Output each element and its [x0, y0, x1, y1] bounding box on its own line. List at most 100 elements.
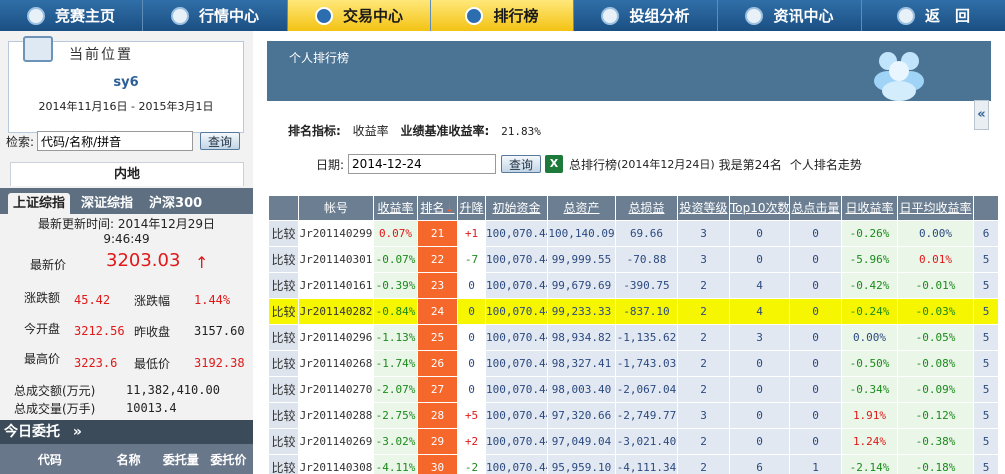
- avg-return-cell: -0.12%: [897, 401, 974, 429]
- compare-link[interactable]: 比较: [268, 297, 299, 325]
- market-header: 内地: [10, 162, 244, 186]
- col-return[interactable]: 收益率: [373, 196, 418, 220]
- compare-link[interactable]: 比较: [268, 349, 299, 377]
- change-cell: +1: [457, 219, 486, 247]
- nav-ranking[interactable]: 排行榜: [431, 0, 574, 31]
- account-cell: Jr201140299: [298, 219, 374, 247]
- extra-cell: 5: [973, 271, 999, 299]
- top10-cell: 0: [729, 427, 790, 455]
- summary-date: (2014年12月24日): [617, 158, 715, 171]
- nav-news[interactable]: 资讯中心: [718, 0, 862, 31]
- search-input[interactable]: [37, 131, 194, 151]
- date-input[interactable]: [348, 154, 497, 174]
- nav-market[interactable]: 行情中心: [143, 0, 288, 31]
- indicator-label: 排名指标:: [288, 124, 341, 138]
- col-initial[interactable]: 初始资金: [485, 196, 548, 220]
- high-label: 最高价: [24, 352, 61, 366]
- change-cell: 0: [457, 323, 486, 351]
- query-button[interactable]: 查询: [501, 155, 542, 173]
- compare-link[interactable]: 比较: [268, 271, 299, 299]
- summary-link[interactable]: 总排行榜: [569, 156, 617, 173]
- account-cell: Jr201140296: [298, 323, 374, 351]
- col-clicks[interactable]: 总点击量: [789, 196, 842, 220]
- assets-cell: 98,003.40: [547, 375, 616, 403]
- search-button[interactable]: 查询: [200, 132, 241, 150]
- clicks-cell: 0: [789, 349, 842, 377]
- table-row: 比较 Jr201140288 -2.75% 28 +5 100,070.44 97,320.…: [268, 401, 999, 429]
- rank-cell: 24: [417, 297, 458, 325]
- tab-shanghai[interactable]: 上证综指: [8, 193, 71, 214]
- compare-link[interactable]: 比较: [268, 245, 299, 273]
- col-top10[interactable]: Top10次数: [729, 196, 790, 220]
- table-row: 比较 Jr201140268 -1.74% 26 0 100,070.44 98,327.4…: [268, 349, 999, 377]
- ranking-table-body: 比较 Jr201140299 0.07% 21 +1 100,070.44 100,140.…: [268, 219, 999, 474]
- initial-cell: 100,070.44: [485, 245, 548, 273]
- col-change[interactable]: 升降: [457, 196, 486, 220]
- initial-cell: 100,070.44: [485, 349, 548, 377]
- position-box: 当前位置 sy6 2014年11月16日 - 2015年3月1日: [8, 36, 244, 133]
- table-header-row: 帐号 收益率 排名↓ 升降 初始资金 总资产 总损益 投资等级 Top10次数 …: [268, 196, 999, 220]
- initial-cell: 100,070.44: [485, 297, 548, 325]
- col-day-return[interactable]: 日收益率: [841, 196, 898, 220]
- indicator-row: 排名指标: 收益率 业绩基准收益率: 21.83%: [288, 122, 541, 139]
- rank-cell: 29: [417, 427, 458, 455]
- nav-trade[interactable]: 交易中心: [288, 0, 431, 31]
- top10-cell: 3: [729, 323, 790, 351]
- double-arrow-icon: »: [72, 424, 82, 440]
- nav-analysis[interactable]: 投组分析: [574, 0, 718, 31]
- ranking-banner-title: 个人排行榜: [289, 51, 350, 65]
- nav-home[interactable]: 竞赛主页: [0, 0, 143, 31]
- return-cell: 0.07%: [373, 219, 418, 247]
- col-assets[interactable]: 总资产: [547, 196, 616, 220]
- date-row: 日期: 查询 X 总排行榜 (2014年12月24日) 我是第24名 个人排名走…: [316, 154, 862, 174]
- avg-return-cell: -0.38%: [897, 427, 974, 455]
- tab-shenzhen[interactable]: 深证综指: [76, 193, 138, 214]
- user-name: sy6: [113, 75, 139, 90]
- compare-link[interactable]: 比较: [268, 427, 299, 455]
- col-extra: [973, 196, 999, 220]
- day-return-cell: -0.34%: [841, 375, 898, 403]
- col-level[interactable]: 投资等级: [677, 196, 730, 220]
- volume-label: 总成交量(万手): [14, 402, 96, 416]
- change-cell: -2: [457, 453, 486, 474]
- nav-back[interactable]: 返 回: [862, 0, 1005, 31]
- compare-link[interactable]: 比较: [268, 401, 299, 429]
- pl-cell: -390.75: [615, 271, 678, 299]
- change-pct-label: 涨跌幅: [134, 294, 171, 308]
- assets-cell: 95,959.10: [547, 453, 616, 474]
- level-cell: 2: [677, 323, 730, 351]
- rank-trend-link[interactable]: 个人排名走势: [790, 156, 862, 173]
- col-rank[interactable]: 排名↓: [417, 196, 458, 220]
- top10-cell: 0: [729, 349, 790, 377]
- ranking-icon: [465, 6, 484, 25]
- ranking-table-wrap: 帐号 收益率 排名↓ 升降 初始资金 总资产 总损益 投资等级 Top10次数 …: [268, 196, 1005, 474]
- rank-cell: 21: [417, 219, 458, 247]
- nav-back-label: 返 回: [924, 7, 970, 25]
- today-entrust-header[interactable]: 今日委托 »: [0, 420, 253, 444]
- rank-cell: 22: [417, 245, 458, 273]
- latest-price: 3203.03: [106, 250, 181, 271]
- volume-value: 10013.4: [126, 401, 177, 415]
- extra-cell: 5: [973, 297, 999, 325]
- collapse-button[interactable]: «: [974, 100, 989, 130]
- change-pct-value: 1.44%: [194, 293, 231, 307]
- top10-cell: 4: [729, 297, 790, 325]
- nav-market-label: 行情中心: [198, 7, 259, 25]
- level-cell: 3: [677, 401, 730, 429]
- date-range: 2014年11月16日 - 2015年3月1日: [38, 100, 214, 113]
- compare-link[interactable]: 比较: [268, 453, 299, 474]
- col-avg-return[interactable]: 日平均收益率: [897, 196, 974, 220]
- excel-icon[interactable]: X: [545, 155, 564, 173]
- pl-cell: -837.10: [615, 297, 678, 325]
- level-cell: 2: [677, 453, 730, 474]
- tab-hs300[interactable]: 沪深300: [144, 193, 207, 214]
- position-title: 当前位置: [65, 44, 137, 64]
- compare-link[interactable]: 比较: [268, 219, 299, 247]
- col-pl[interactable]: 总损益: [615, 196, 678, 220]
- initial-cell: 100,070.44: [485, 427, 548, 455]
- home-icon: [26, 6, 45, 25]
- compare-link[interactable]: 比较: [268, 375, 299, 403]
- open-label: 今开盘: [24, 322, 61, 336]
- avg-return-cell: -0.18%: [897, 453, 974, 474]
- compare-link[interactable]: 比较: [268, 323, 299, 351]
